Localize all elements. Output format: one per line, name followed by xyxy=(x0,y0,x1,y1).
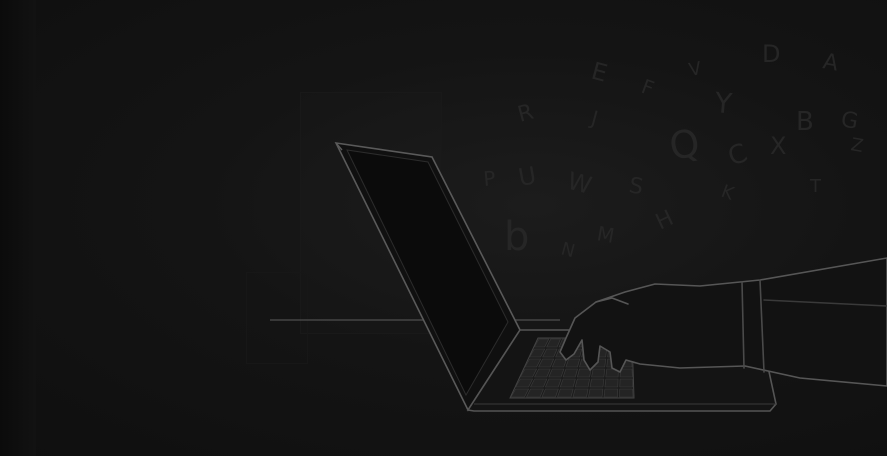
laptop-typing-illustration: A R DY F V J Q X E C G P W B S U K Tb N H M Z xyxy=(270,40,887,412)
keyboard-key xyxy=(565,358,581,368)
floating-letter: J xyxy=(587,105,601,130)
floating-letter: Z xyxy=(849,134,865,157)
floating-letter: X xyxy=(770,132,786,160)
floating-letter: E xyxy=(588,57,610,88)
floating-letter: C xyxy=(724,138,751,172)
floating-letter: T xyxy=(809,176,822,197)
floating-letter: S xyxy=(627,173,645,200)
floating-letter: U xyxy=(516,161,538,192)
floating-letter: W xyxy=(564,167,594,200)
floating-letter: P xyxy=(482,166,496,191)
floating-letter: H xyxy=(652,206,678,236)
keyboard-key xyxy=(604,378,619,388)
floating-letter: B xyxy=(796,107,814,137)
keyboard-key xyxy=(574,378,590,388)
floating-letter: R xyxy=(515,100,536,128)
floating-letter: F xyxy=(638,74,657,100)
floating-letter: Y xyxy=(712,86,734,121)
floating-letter: b xyxy=(504,214,529,260)
keyboard-key xyxy=(603,388,619,398)
floating-letter: V xyxy=(687,58,703,81)
keyboard-key xyxy=(572,388,589,398)
keyboard-key xyxy=(557,388,574,398)
keyboard-key xyxy=(591,368,606,378)
floating-letters: A R DY F V J Q X E C G P W B S U K Tb N H M Z xyxy=(482,40,865,262)
keyboard-key xyxy=(588,388,604,398)
floating-letter: N xyxy=(559,239,577,263)
floating-letter: A xyxy=(821,49,840,76)
floating-letter: G xyxy=(839,107,860,135)
keyboard-key xyxy=(559,378,576,388)
hero-background: A R DY F V J Q X E C G P W B S U K Tb N H M Z xyxy=(0,0,887,456)
floating-letter: Q xyxy=(666,120,703,169)
keyboard-key xyxy=(619,368,633,378)
keyboard-key xyxy=(562,368,578,378)
keyboard-key xyxy=(589,378,605,388)
keyboard-key xyxy=(619,388,634,398)
floating-letter: M xyxy=(595,221,616,248)
floating-letter: D xyxy=(762,40,780,68)
keyboard-key xyxy=(619,378,633,388)
floating-letter: K xyxy=(718,181,737,205)
keyboard-key xyxy=(576,368,592,378)
